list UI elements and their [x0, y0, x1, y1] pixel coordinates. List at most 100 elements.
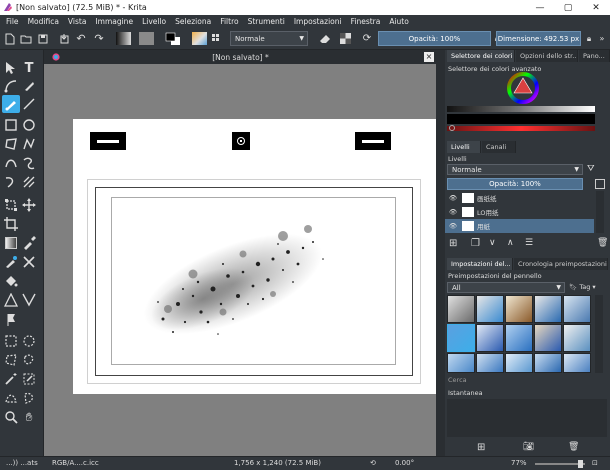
close-window-button[interactable]: ✕ [582, 0, 610, 15]
color-picker-icon[interactable] [20, 234, 38, 252]
bezier-curve-icon[interactable] [2, 154, 20, 172]
elliptical-selection-icon[interactable] [20, 332, 38, 350]
rotate-icon[interactable]: ⟲ [370, 459, 376, 467]
tab-layers[interactable]: Livelli [447, 141, 481, 153]
layer-opacity-slider[interactable]: Opacità: 100% [447, 178, 583, 190]
polyline-tool-icon[interactable] [20, 135, 38, 153]
edit-shapes-icon[interactable] [2, 77, 20, 95]
foreground-background-color-icon[interactable] [164, 31, 182, 46]
colorize-mask-icon[interactable] [2, 253, 20, 271]
color-history-bar[interactable] [447, 106, 595, 112]
menu-layer[interactable]: Livello [142, 17, 166, 26]
opacity-slider[interactable]: Opacità: 100% [378, 31, 491, 46]
dynamic-brush-icon[interactable] [2, 173, 20, 191]
new-document-icon[interactable] [3, 31, 17, 46]
canvas-paper[interactable] [73, 119, 436, 394]
transform-tool-icon[interactable] [2, 196, 20, 214]
color-shade-bar[interactable] [447, 114, 595, 124]
brush-preset-tile[interactable] [505, 353, 533, 373]
layer-list-icon[interactable] [595, 179, 605, 189]
menu-file[interactable]: File [6, 17, 19, 26]
brush-preset-tile[interactable] [505, 324, 533, 352]
move-layer-down-icon[interactable]: ∨ [489, 238, 496, 248]
maximize-button[interactable]: ▢ [554, 0, 582, 15]
bezier-selection-icon[interactable] [2, 389, 20, 407]
brush-preset-tile[interactable] [534, 353, 562, 373]
minimize-button[interactable]: — [526, 0, 554, 15]
layer-row[interactable]: 👁︎ LO用纸 [445, 205, 594, 219]
tab-channels[interactable]: Canali [482, 141, 516, 153]
blend-mode-dropdown[interactable]: Normale ▼ [230, 31, 308, 46]
reference-images-icon[interactable] [2, 310, 20, 328]
brush-preset-tile[interactable] [476, 324, 504, 352]
select-shapes-icon[interactable] [2, 59, 20, 77]
menu-view[interactable]: Vista [68, 17, 87, 26]
brush-preset-tile[interactable] [534, 324, 562, 352]
layers-scrollbar[interactable] [596, 191, 604, 233]
size-lock-icon[interactable]: 🔒︎ [583, 31, 595, 46]
brush-preset-tile[interactable] [447, 295, 475, 323]
tag-menu[interactable]: 🔖︎ Tag ▾ [569, 283, 596, 291]
save-icon[interactable] [36, 31, 50, 46]
brush-preset-tile[interactable] [563, 353, 591, 373]
layer-properties-icon[interactable]: ☰ [525, 238, 533, 248]
menu-help[interactable]: Aiuto [389, 17, 409, 26]
pattern-fill-icon[interactable] [138, 31, 155, 46]
delete-snapshot-icon[interactable]: 🗑︎ [568, 442, 579, 452]
eye-icon[interactable]: 👁︎ [447, 208, 459, 216]
size-slider[interactable]: Dimensione: 492.53 px [496, 31, 581, 46]
eraser-mode-icon[interactable] [318, 31, 332, 46]
calligraphy-icon[interactable] [20, 77, 38, 95]
gradient-fill-icon[interactable] [115, 31, 132, 46]
zoom-slider-handle[interactable] [578, 460, 583, 468]
reload-preset-icon[interactable]: ⟳ [360, 31, 374, 46]
brush-preset-tile[interactable] [534, 295, 562, 323]
delete-layer-icon[interactable]: 🗑︎ [597, 238, 608, 248]
menu-image[interactable]: Immagine [95, 17, 133, 26]
tab-tool-options[interactable]: Opzioni dello str... [516, 50, 578, 62]
brush-preset-tile[interactable] [563, 324, 591, 352]
line-tool-icon[interactable] [20, 95, 38, 113]
menu-edit[interactable]: Modifica [28, 17, 59, 26]
gradient-tool-icon[interactable] [2, 234, 20, 252]
save-incremental-icon[interactable] [58, 31, 72, 46]
document-tab[interactable]: [Non salvato] * × [44, 50, 437, 64]
color-shade-bar-2[interactable] [447, 126, 595, 131]
layer-row[interactable]: 👁︎ 用紙 [445, 219, 594, 233]
preset-filter-dropdown[interactable]: All ▼ [447, 282, 565, 293]
magnetic-selection-icon[interactable] [20, 389, 38, 407]
add-layer-icon[interactable]: ⊞ [449, 238, 457, 249]
multibrush-icon[interactable] [20, 173, 38, 191]
pan-tool-icon[interactable]: ✋︎ [20, 408, 38, 426]
brush-preset-tile[interactable] [476, 295, 504, 323]
assistant-tool-icon[interactable] [2, 291, 20, 309]
smart-patch-icon[interactable] [20, 253, 38, 271]
color-selector-settings-icon[interactable] [449, 125, 455, 131]
undo-icon[interactable]: ↶ [74, 31, 88, 46]
dock-splitter[interactable] [437, 50, 445, 456]
freehand-path-icon[interactable] [20, 154, 38, 172]
layer-blend-dropdown[interactable]: Normale ▼ [447, 164, 583, 175]
tab-overview[interactable]: Pano... [579, 50, 610, 62]
brush-preset-tile[interactable] [505, 295, 533, 323]
rectangular-selection-icon[interactable] [2, 332, 20, 350]
rectangle-tool-icon[interactable] [2, 116, 20, 134]
color-wheel[interactable] [507, 72, 539, 104]
menu-settings[interactable]: Impostazioni [294, 17, 342, 26]
redo-icon[interactable]: ↷ [92, 31, 106, 46]
menu-select[interactable]: Seleziona [175, 17, 211, 26]
tab-preset-history[interactable]: Cronologia preimpostazioni del... [514, 258, 608, 270]
eye-icon[interactable]: 👁︎ [447, 222, 459, 230]
canvas-viewport[interactable] [44, 64, 436, 456]
add-snapshot-icon[interactable]: ⊞ [477, 442, 485, 453]
brush-preset-tile[interactable] [476, 353, 504, 373]
menu-window[interactable]: Finestra [351, 17, 381, 26]
brush-settings-icon[interactable] [210, 31, 224, 46]
brush-preset-tile[interactable] [563, 295, 591, 323]
fullscreen-icon[interactable]: ⊡ [592, 459, 598, 467]
ellipse-tool-icon[interactable] [20, 116, 38, 134]
polygonal-selection-icon[interactable] [2, 351, 20, 369]
layer-filter-icon[interactable]: ⛛ [587, 164, 595, 174]
similar-color-selection-icon[interactable] [20, 370, 38, 388]
brush-preset-tile[interactable] [447, 353, 475, 373]
